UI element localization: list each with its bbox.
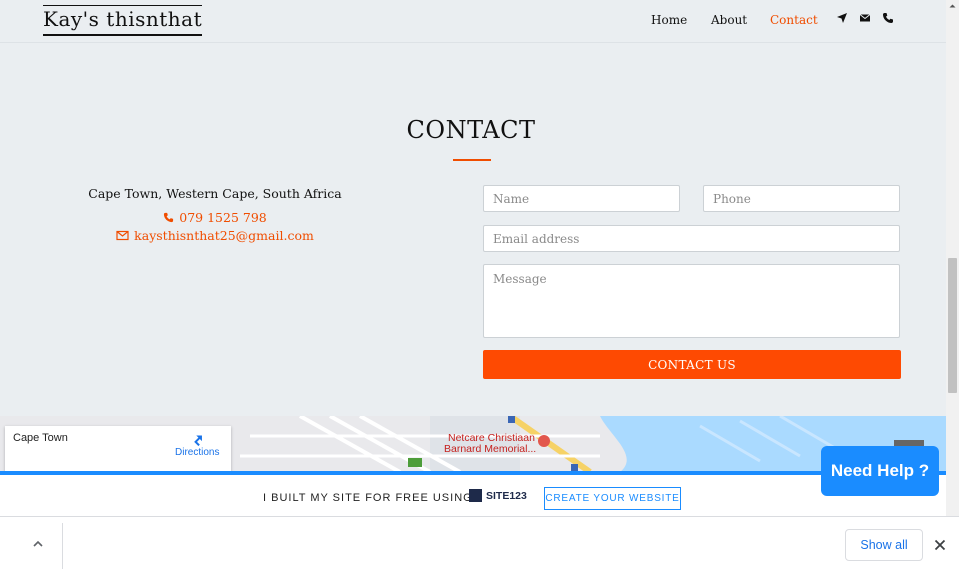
title-underline (453, 159, 491, 161)
nav-about[interactable]: About (711, 13, 747, 27)
phone-field[interactable] (703, 185, 900, 212)
directions-label: Directions (175, 447, 220, 458)
directions-icon (194, 435, 202, 446)
contact-phone-text: 079 1525 798 (179, 210, 267, 225)
envelope-icon (116, 230, 129, 241)
directions-link[interactable]: Directions (175, 432, 219, 458)
download-bar: Show all (0, 516, 959, 569)
nav-contact[interactable]: Contact (770, 13, 818, 27)
nav-home[interactable]: Home (651, 13, 687, 27)
map-embed[interactable]: Netcare Christiaan Barnard Memorial... C… (0, 416, 946, 472)
phone-icon (164, 212, 174, 223)
show-all-button[interactable]: Show all (845, 529, 923, 561)
envelope-icon[interactable] (859, 12, 871, 24)
map-place-card: Cape Town Directions (5, 426, 231, 472)
contact-phone[interactable]: 079 1525 798 (0, 210, 430, 225)
contact-email[interactable]: kaysthisnthat25@gmail.com (0, 228, 430, 243)
scroll-up-arrow-icon[interactable] (946, 0, 959, 12)
download-bar-divider (62, 523, 63, 569)
contact-address: Cape Town, Western Cape, South Africa (88, 186, 342, 201)
message-field[interactable] (483, 264, 900, 338)
create-website-button[interactable]: CREATE YOUR WEBSITE (544, 487, 681, 510)
map-place-name: Cape Town (13, 432, 68, 444)
page-scrollbar[interactable] (946, 0, 959, 516)
promo-text: I BUILT MY SITE FOR FREE USING (263, 492, 473, 504)
scrollbar-thumb[interactable] (948, 258, 957, 393)
email-field[interactable] (483, 225, 900, 252)
site123-logo-icon (469, 489, 482, 502)
promo-bar: I BUILT MY SITE FOR FREE USING SITE123 C… (0, 471, 946, 516)
contact-us-button[interactable]: CONTACT US (483, 350, 901, 379)
site-logo[interactable]: Kay's thisnthat (43, 5, 203, 36)
site123-logo[interactable]: SITE123 (469, 489, 527, 502)
site-header: Kay's thisnthat Home About Contact (0, 0, 946, 43)
chevron-up-icon[interactable] (30, 537, 46, 551)
close-icon[interactable] (932, 537, 948, 553)
need-help-button[interactable]: Need Help ? (821, 446, 939, 496)
name-field[interactable] (483, 185, 680, 212)
phone-icon[interactable] (882, 12, 894, 24)
site123-brand: SITE123 (486, 489, 527, 502)
location-arrow-icon[interactable] (836, 12, 848, 24)
map-poi-label-line2: Barnard Memorial... (444, 443, 537, 455)
contact-email-text: kaysthisnthat25@gmail.com (134, 228, 314, 243)
section-title: CONTACT (406, 116, 536, 144)
